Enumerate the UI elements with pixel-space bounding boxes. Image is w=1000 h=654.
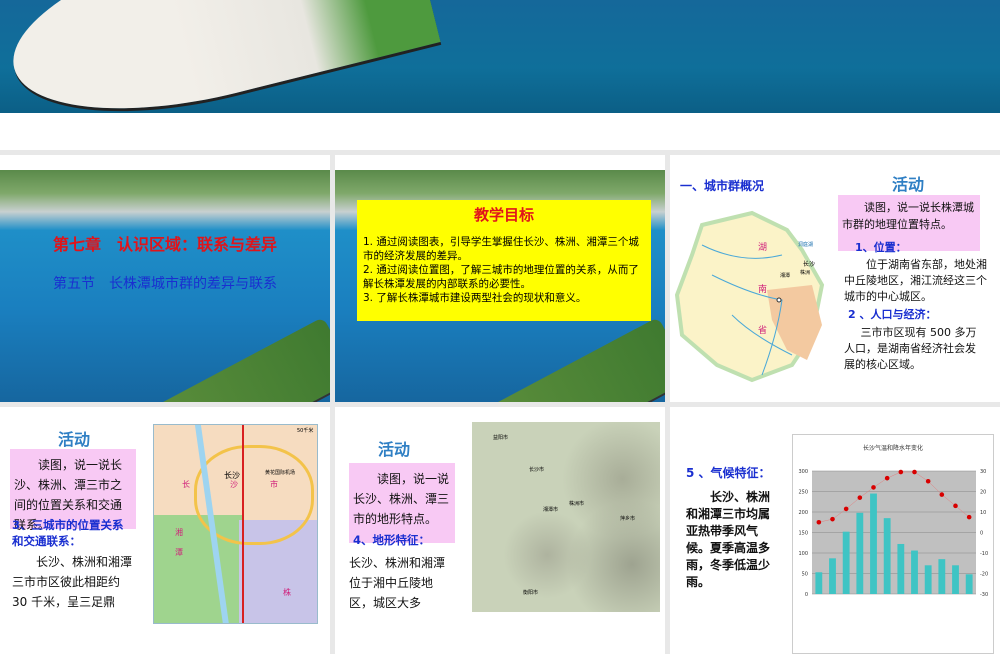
activity-heading: 活动 xyxy=(892,175,925,194)
slide-1-title[interactable]: 第七章 认识区域：联系与差异 第五节 长株潭城市群的差异与联系 xyxy=(0,155,330,402)
map-label: 株 xyxy=(283,588,291,597)
map-label: 长 xyxy=(182,480,190,489)
map-label: 洞庭湖 xyxy=(798,242,814,248)
map-label: 萍乡市 xyxy=(620,516,636,522)
climate-text: 长沙、株洲和湘潭三市均属亚热带季风气候。夏季高温多雨，冬季低温少雨。 xyxy=(686,490,771,589)
map-label: 沙 xyxy=(230,480,238,489)
left-tick-label: 200 xyxy=(798,510,808,516)
precip-bar xyxy=(883,518,891,594)
population-heading: 2 、人口与经济： xyxy=(848,308,937,321)
section-heading: 一、城市群概况 xyxy=(680,179,765,193)
objective-item: 3. 了解长株潭城市建设两型社会的现状和意义。 xyxy=(363,292,587,304)
slide-4-transport[interactable]: 活动 读图，说一说长沙、株洲、潭三市之间的位置关系和交通联系。 3、三城市的位置… xyxy=(0,407,330,654)
precip-bar xyxy=(842,531,850,594)
temp-point xyxy=(912,469,917,475)
precip-bar xyxy=(897,543,905,594)
relation-heading: 3、三城市的位置关系和交通联系： xyxy=(12,518,124,548)
map-label: 株洲市 xyxy=(569,501,585,507)
left-tick-label: 100 xyxy=(798,551,808,557)
population-text: 三市市区现有 500 多万人口，是湖南省经济社会发展的核心区域。 xyxy=(844,326,977,371)
temp-point xyxy=(843,506,849,512)
activity-heading: 活动 xyxy=(378,440,411,459)
map-label: 省 xyxy=(758,326,768,336)
precip-bar xyxy=(911,550,918,594)
objectives-box: 教学目标 1. 通过阅读图表，引导学生掌握住长沙、株洲、湘潭三个城市的经济发展的… xyxy=(357,200,651,321)
temp-point xyxy=(953,503,958,509)
map-label: 潭 xyxy=(175,548,183,557)
left-tick-label: 150 xyxy=(798,531,808,537)
chart-svg: 300 30 250 20 200 10 150 0 100 -10 50 -20 0 -30 xyxy=(798,469,988,598)
activity-heading: 活动 xyxy=(58,430,91,449)
slide-2-objectives[interactable]: 教学目标 1. 通过阅读图表，引导学生掌握住长沙、株洲、湘潭三个城市的经济发展的… xyxy=(335,155,665,402)
precip-bar xyxy=(829,558,836,594)
relation-text: 长沙、株洲和湘潭三市市区彼此相距约 30 千米，呈三足鼎 xyxy=(12,555,133,609)
slide-3-overview[interactable]: 一、城市群概况 湖 南 省 长沙 株洲 湘潭 洞庭湖 活动 读图，说一说长株潭城… xyxy=(670,155,1000,402)
left-tick-label: 250 xyxy=(798,490,808,496)
climate-heading: 5 、气候特征： xyxy=(686,466,771,480)
right-tick-label: -30 xyxy=(980,592,988,598)
map-label: 长沙市 xyxy=(529,467,545,473)
climate-chart: 长沙气温和降水年变化 300 30 250 20 200 10 150 0 100 -10 50 -2… xyxy=(792,434,994,654)
prompt-text: 读图，说一说长沙、株洲、潭三市的地形特点。 xyxy=(353,472,450,526)
temp-point xyxy=(857,495,863,500)
precip-bar xyxy=(856,512,864,594)
left-tick-label: 300 xyxy=(798,469,808,475)
hunan-map xyxy=(674,210,825,383)
temp-point xyxy=(898,469,904,475)
temp-point xyxy=(939,492,945,497)
precip-bar xyxy=(965,574,973,594)
objectives-title: 教学目标 xyxy=(473,206,534,224)
right-tick-label: 30 xyxy=(980,469,986,475)
terrain-text: 长沙、株洲和湘潭位于湘中丘陵地区，城区大多 xyxy=(349,556,446,610)
map-label: 湘潭市 xyxy=(543,507,559,513)
map-label: 湘潭 xyxy=(780,273,791,279)
precip-bar xyxy=(924,565,932,594)
transport-map xyxy=(153,424,318,624)
scale-bar-label: 50千米 xyxy=(297,428,314,434)
right-tick-label: 20 xyxy=(980,490,986,496)
left-tick-label: 0 xyxy=(805,592,808,598)
right-tick-label: -10 xyxy=(980,551,988,557)
map-label: 市 xyxy=(270,480,278,489)
prompt-text: 读图，说一说长株潭城市群的地理位置特点。 xyxy=(842,201,974,231)
chapter-title: 第七章 认识区域：联系与差异 xyxy=(52,235,277,254)
location-heading: 1、位置： xyxy=(855,241,907,254)
precip-bar xyxy=(870,493,877,594)
objective-item: 1. 通过阅读图表，引导学生掌握住长沙、株洲、湘潭三个城市的经济发展的差异。 xyxy=(363,236,639,262)
temp-point xyxy=(871,485,876,490)
precip-bar xyxy=(815,572,823,594)
map-label: 益阳市 xyxy=(493,435,509,441)
map-label: 衡阳市 xyxy=(523,590,539,596)
section-title: 第五节 长株潭城市群的差异与联系 xyxy=(53,276,277,292)
left-tick-label: 50 xyxy=(802,572,808,578)
map-label: 株洲 xyxy=(800,270,811,276)
map-label: 湖 xyxy=(758,243,768,253)
slide-5-terrain[interactable]: 活动 读图，说一说长沙、株洲、潭三市的地形特点。 4、地形特征： 长沙、株洲和湘… xyxy=(335,407,665,654)
temp-point xyxy=(884,475,890,481)
map-label: 长沙 xyxy=(803,261,816,268)
slide-top-partial[interactable] xyxy=(0,0,1000,150)
map-label: 黄花国际机场 xyxy=(265,470,296,476)
right-tick-label: 10 xyxy=(980,510,986,516)
right-tick-label: 0 xyxy=(980,531,983,537)
temp-point xyxy=(830,516,835,522)
temp-point xyxy=(966,514,972,520)
map-label: 南 xyxy=(758,285,768,295)
map-label: 湘 xyxy=(175,528,183,537)
precip-bar xyxy=(952,565,959,594)
slide-6-climate[interactable]: 5 、气候特征： 长沙、株洲和湘潭三市均属亚热带季风气候。夏季高温多雨，冬季低温… xyxy=(670,407,1000,654)
precip-bar xyxy=(938,559,946,594)
temp-point xyxy=(925,478,931,484)
right-tick-label: -20 xyxy=(980,572,988,578)
objective-item: 2. 通过阅读位置图，了解三城市的地理位置的关系，从而了解长株潭发展的内部联系的… xyxy=(363,264,639,290)
location-text: 位于湖南省东部，地处湘中丘陵地区，湘江流经这三个城市的中心城区。 xyxy=(844,258,987,303)
temp-point xyxy=(816,519,822,525)
terrain-heading: 4、地形特征： xyxy=(353,533,431,547)
